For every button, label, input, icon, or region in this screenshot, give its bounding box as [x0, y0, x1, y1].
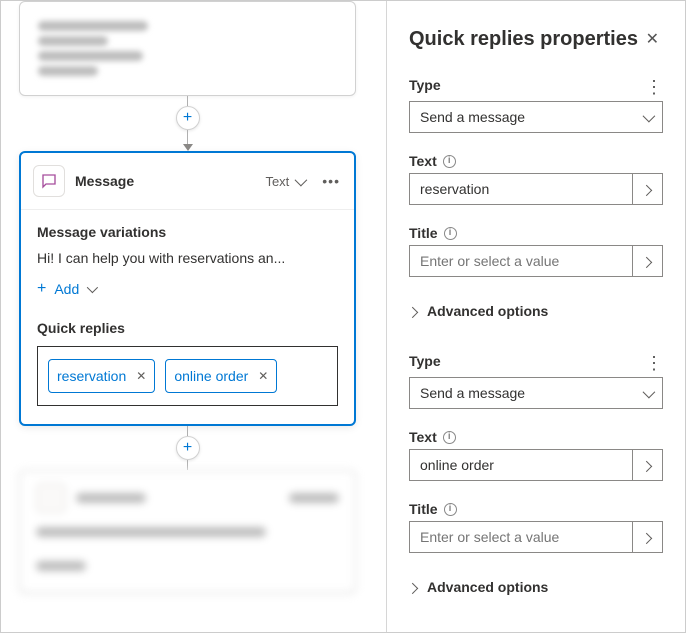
title-input-row — [409, 245, 663, 277]
panel-title: Quick replies properties — [409, 28, 638, 51]
text-picker-button[interactable] — [632, 174, 662, 204]
title-picker-button[interactable] — [632, 246, 662, 276]
arrow-down-icon — [183, 144, 193, 151]
text-input[interactable] — [410, 450, 632, 480]
text-label: Text — [409, 153, 437, 169]
message-icon — [33, 165, 65, 197]
chevron-right-icon — [644, 461, 652, 469]
remove-chip-icon[interactable]: ✕ — [136, 369, 146, 383]
title-label: Title — [409, 501, 438, 517]
text-picker-button[interactable] — [632, 450, 662, 480]
add-variation-label: Add — [54, 281, 79, 297]
remove-chip-icon[interactable]: ✕ — [258, 369, 268, 383]
reply-item-more-menu[interactable]: ⋮ — [645, 78, 663, 96]
add-node-button-top[interactable]: + — [176, 106, 200, 130]
message-mode-selector[interactable]: Text — [265, 174, 304, 189]
blurred-node-top — [19, 1, 356, 96]
quick-reply-chip[interactable]: reservation ✕ — [48, 359, 155, 393]
flow-canvas: + Message Text ••• Message variations Hi… — [1, 1, 387, 632]
quick-replies-header: Quick replies — [37, 320, 338, 336]
close-panel-button[interactable]: ✕ — [642, 25, 663, 53]
quick-replies-container[interactable]: reservation ✕ online order ✕ — [37, 346, 338, 406]
type-select-value: Send a message — [410, 102, 632, 132]
connector-bottom: + — [19, 426, 356, 470]
type-select-value: Send a message — [410, 378, 632, 408]
title-label: Title — [409, 225, 438, 241]
message-variation-text[interactable]: Hi! I can help you with reservations an.… — [37, 250, 338, 266]
message-node-title: Message — [75, 173, 255, 189]
message-mode-label: Text — [265, 174, 289, 189]
chevron-down-icon — [643, 113, 652, 122]
title-input-row — [409, 521, 663, 553]
title-input[interactable] — [410, 522, 632, 552]
info-icon[interactable]: i — [443, 431, 456, 444]
plus-icon: + — [37, 280, 46, 298]
advanced-options-toggle[interactable]: Advanced options — [409, 297, 663, 325]
title-input[interactable] — [410, 246, 632, 276]
add-quick-reply-button[interactable]: + Add — [409, 629, 663, 632]
advanced-options-toggle[interactable]: Advanced options — [409, 573, 663, 601]
advanced-options-label: Advanced options — [427, 579, 548, 595]
blurred-node-bottom — [19, 470, 356, 593]
message-node-header: Message Text ••• — [21, 153, 354, 210]
add-node-button-bottom[interactable]: + — [176, 436, 200, 460]
chevron-down-icon — [295, 177, 304, 186]
type-label: Type — [409, 77, 441, 93]
chevron-right-icon — [410, 583, 418, 591]
chevron-right-icon — [410, 307, 418, 315]
text-label: Text — [409, 429, 437, 445]
info-icon[interactable]: i — [443, 155, 456, 168]
message-node-card[interactable]: Message Text ••• Message variations Hi! … — [19, 151, 356, 426]
type-select[interactable]: Send a message — [409, 101, 663, 133]
chevron-right-icon — [644, 185, 652, 193]
chip-label: reservation — [57, 368, 126, 384]
chevron-right-icon — [644, 257, 652, 265]
reply-item-more-menu[interactable]: ⋮ — [645, 354, 663, 372]
add-variation-button[interactable]: + Add — [37, 280, 338, 298]
chip-label: online order — [174, 368, 248, 384]
title-picker-button[interactable] — [632, 522, 662, 552]
message-node-more-menu[interactable]: ••• — [322, 173, 340, 189]
info-icon[interactable]: i — [444, 503, 457, 516]
text-input-row — [409, 449, 663, 481]
type-select[interactable]: Send a message — [409, 377, 663, 409]
text-input[interactable] — [410, 174, 632, 204]
chevron-right-icon — [644, 533, 652, 541]
chevron-down-icon — [87, 285, 95, 293]
message-variations-header: Message variations — [37, 224, 338, 240]
advanced-options-label: Advanced options — [427, 303, 548, 319]
text-input-row — [409, 173, 663, 205]
properties-panel: Quick replies properties ✕ Type ⋮ Send a… — [387, 1, 685, 632]
connector-top: + — [19, 96, 356, 151]
info-icon[interactable]: i — [444, 227, 457, 240]
chevron-down-icon — [643, 389, 652, 398]
quick-reply-chip[interactable]: online order ✕ — [165, 359, 277, 393]
type-label: Type — [409, 353, 441, 369]
